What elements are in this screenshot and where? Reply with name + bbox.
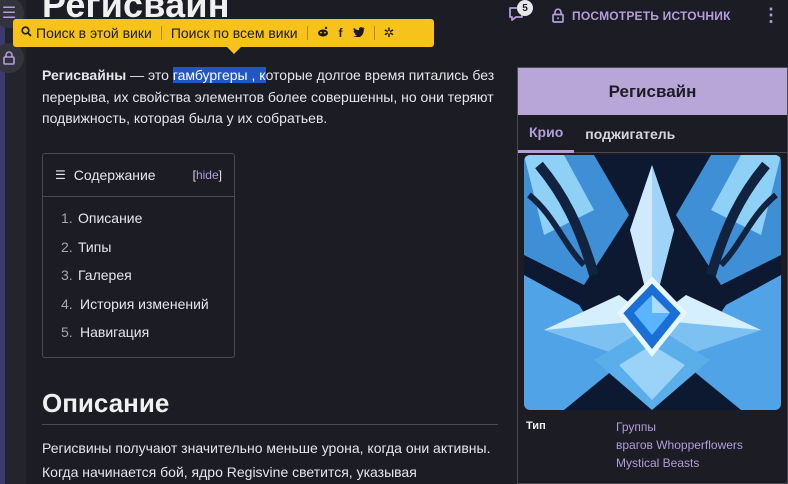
infobox-tabs: Крио поджигатель	[518, 115, 787, 153]
type-link-whopperflowers[interactable]: врагов Whopperflowers	[616, 436, 743, 454]
toc-header: ☰ Содержание [hide]	[43, 154, 234, 197]
popup-divider	[373, 26, 375, 40]
section-divider	[42, 424, 498, 425]
search-all-wikis-link[interactable]: Поиск по всем вики	[171, 25, 298, 41]
popup-divider	[306, 26, 308, 40]
type-label: Тип	[526, 420, 546, 432]
view-source-button[interactable]: ПОСМОТРЕТЬ ИСТОЧНИК	[552, 8, 731, 23]
regisvine-image[interactable]	[524, 155, 781, 410]
toc-item-types[interactable]: 2. Типы	[61, 239, 234, 268]
twitter-icon[interactable]	[352, 26, 365, 40]
search-wiki-link[interactable]: Поиск в этой вики	[36, 25, 152, 41]
section-paragraph: Регисвины получают значительно меньше ур…	[42, 440, 491, 480]
infobox-title: Регисвайн	[518, 68, 787, 115]
facebook-icon[interactable]: f	[339, 26, 343, 40]
toc-item-navigation[interactable]: 5. Навигация	[61, 324, 234, 353]
rail-accent	[0, 0, 5, 484]
infobox: Регисвайн Крио поджигатель Тип Группы вр…	[517, 67, 788, 484]
toc-item-gallery[interactable]: 3. Галерея	[61, 267, 234, 296]
type-link-groups[interactable]: Группы	[616, 418, 743, 436]
tab-cryo[interactable]: Крио	[518, 115, 575, 153]
toc-hide-toggle[interactable]: [hide]	[193, 168, 222, 182]
lock-icon	[3, 51, 15, 65]
intro-bold-term[interactable]: Регисвайны	[42, 67, 126, 83]
popup-divider	[160, 26, 162, 40]
selected-text: гамбургеры , к	[172, 67, 266, 83]
toc-hide-link[interactable]: hide	[196, 168, 219, 182]
search-popup: Поиск в этой вики Поиск по всем вики f ✲	[13, 19, 434, 54]
infobox-type-row: Тип Группы врагов Whopperflowers Mystica…	[526, 420, 783, 472]
toc-list: 1. Описание 2. Типы 3. Галерея 4. История из…	[43, 197, 234, 353]
tab-pyro[interactable]: поджигатель	[574, 115, 686, 153]
type-link-mystical-beasts[interactable]: Mystical Beasts	[616, 454, 743, 472]
more-options-icon[interactable]: ⋮	[762, 6, 780, 24]
type-values: Группы врагов Whopperflowers Mystical Be…	[616, 418, 743, 472]
toc-item-description[interactable]: 1. Описание	[61, 210, 234, 239]
toc-item-history[interactable]: 4. История изменений	[61, 296, 234, 325]
comment-count-badge: 5	[517, 0, 533, 16]
intro-dash: — это	[126, 67, 173, 83]
cryo-regisvine-art	[524, 155, 781, 410]
intro-paragraph: Регисвайны — это гамбургеры , которые до…	[42, 65, 498, 130]
view-source-label: ПОСМОТРЕТЬ ИСТОЧНИК	[572, 8, 731, 23]
reddit-icon[interactable]	[317, 26, 329, 40]
list-icon: ☰	[55, 168, 66, 182]
section-heading: Описание	[42, 388, 170, 418]
lock-icon	[552, 8, 564, 23]
table-of-contents: ☰ Содержание [hide] 1. Описание 2. Типы 3.…	[42, 153, 235, 358]
toc-title: Содержание	[73, 167, 156, 183]
search-icon	[21, 26, 32, 40]
gear-icon[interactable]: ✲	[384, 25, 395, 41]
